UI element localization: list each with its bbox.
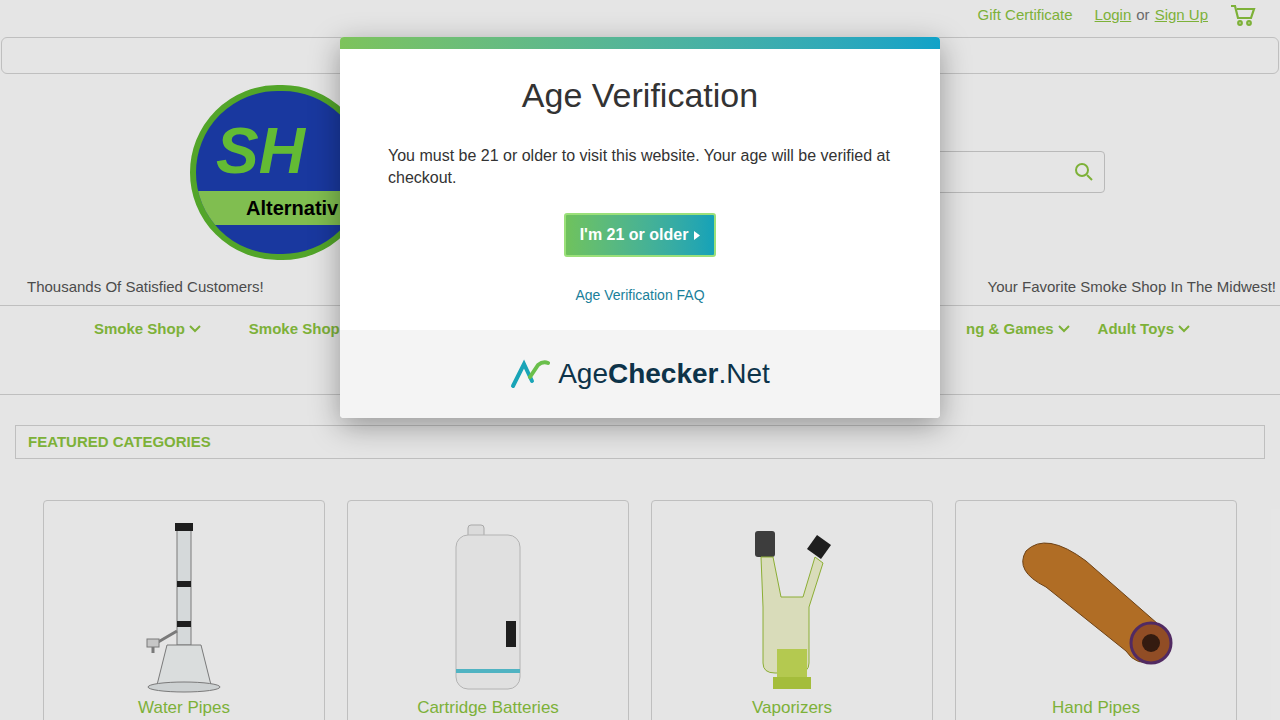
confirm-age-button[interactable]: I'm 21 or older <box>564 213 717 257</box>
brand-age: Age <box>558 358 608 389</box>
agechecker-footer: AgeChecker.Net <box>340 330 940 418</box>
confirm-age-label: I'm 21 or older <box>580 223 689 247</box>
age-verification-dialog: Age Verification You must be 21 or older… <box>340 37 940 418</box>
dialog-message: You must be 21 or older to visit this we… <box>388 145 892 189</box>
brand-checker: Checker <box>608 358 719 389</box>
brand-net: .Net <box>718 358 769 389</box>
agechecker-logo-icon <box>510 359 550 389</box>
faq-link[interactable]: Age Verification FAQ <box>575 285 704 306</box>
dialog-title: Age Verification <box>522 75 758 115</box>
arrow-icon <box>694 231 700 240</box>
